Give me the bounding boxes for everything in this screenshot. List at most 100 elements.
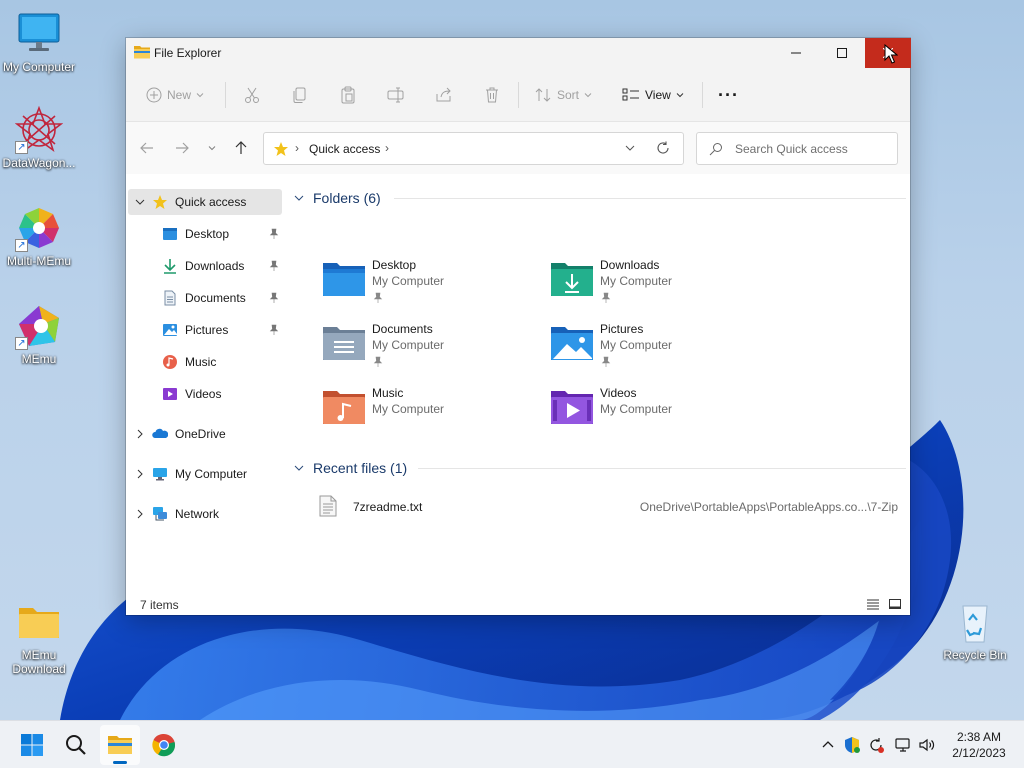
desktop-icon-recycle-bin[interactable]: Recycle Bin: [937, 598, 1013, 662]
desktop-icon-memu[interactable]: ↗ MEmu: [1, 302, 77, 366]
taskbar: 2:38 AM 2/12/2023: [0, 720, 1024, 768]
toolbar-divider: [518, 82, 519, 108]
nav-item-label: Quick access: [175, 195, 247, 209]
shortcut-arrow-icon: ↗: [15, 337, 28, 350]
tray-sync[interactable]: [866, 735, 886, 755]
taskbar-file-explorer[interactable]: [100, 725, 140, 765]
downloads-icon: [162, 258, 178, 274]
folder-tile-music[interactable]: Music My Computer: [322, 386, 542, 446]
folder-tile-videos[interactable]: Videos My Computer: [550, 386, 770, 446]
plus-circle-icon: [146, 87, 162, 103]
nav-item-quick-access[interactable]: Quick access: [128, 189, 282, 215]
forward-button[interactable]: [172, 138, 192, 158]
folder-location: My Computer: [372, 274, 445, 288]
delete-button[interactable]: [483, 80, 501, 110]
title-bar[interactable]: File Explorer: [126, 38, 911, 68]
search-input[interactable]: [735, 141, 885, 157]
nav-item-downloads[interactable]: Downloads: [128, 253, 282, 279]
address-bar[interactable]: › Quick access ›: [263, 132, 684, 165]
show-hidden-icons-button[interactable]: [818, 735, 838, 755]
refresh-icon[interactable]: [656, 141, 670, 155]
tray-network[interactable]: [893, 735, 913, 755]
desktop-icon-label: Multi-MEmu: [6, 254, 71, 268]
copy-button[interactable]: [291, 80, 309, 110]
chevron-down-icon[interactable]: [128, 197, 152, 207]
folder-name: Videos: [600, 386, 637, 400]
new-button[interactable]: New: [146, 80, 204, 110]
recent-files-group-header[interactable]: Recent files (1): [292, 458, 906, 478]
minimize-button[interactable]: [773, 38, 819, 68]
folder-name: Desktop: [372, 258, 417, 272]
arrow-up-icon: [235, 141, 247, 154]
rename-button[interactable]: [387, 80, 405, 110]
arrow-left-icon: [140, 142, 153, 154]
nav-item-onedrive[interactable]: OneDrive: [128, 421, 282, 447]
desktop-icon-multi-memu[interactable]: ↗ Multi-MEmu: [1, 204, 77, 268]
more-options-button[interactable]: ···: [718, 80, 739, 110]
maximize-button[interactable]: [819, 38, 865, 68]
view-button[interactable]: View: [622, 80, 684, 110]
clock-time: 2:38 AM: [956, 730, 1002, 744]
start-button[interactable]: [12, 725, 52, 765]
folder-tile-pictures[interactable]: Pictures My Computer: [550, 322, 770, 382]
tray-volume[interactable]: [917, 735, 937, 755]
file-explorer-icon: [108, 736, 132, 754]
chevron-down-icon: [584, 93, 592, 98]
recent-file-name: 7zreadme.txt: [353, 500, 423, 514]
group-divider: [394, 198, 906, 199]
desktop-icon-my-computer[interactable]: My Computer: [1, 10, 77, 74]
tiles-view-icon[interactable]: [888, 597, 902, 611]
paste-button[interactable]: [339, 80, 357, 110]
chevron-right-icon[interactable]: [128, 469, 152, 479]
cut-button[interactable]: [243, 80, 261, 110]
folders-group-header[interactable]: Folders (6): [292, 188, 906, 208]
chevron-right-icon[interactable]: ›: [385, 141, 389, 155]
tray-security[interactable]: [842, 735, 862, 755]
chevron-right-icon[interactable]: [128, 509, 152, 519]
memu-icon: ↗: [15, 302, 63, 350]
search-box[interactable]: [696, 132, 898, 165]
pin-icon: [601, 356, 611, 367]
rename-icon: [387, 87, 404, 103]
minimize-icon: [791, 52, 801, 54]
chevron-right-icon[interactable]: [128, 429, 152, 439]
desktop-icon-datawagon[interactable]: ↗ DataWagon...: [1, 105, 77, 170]
folder-tile-documents[interactable]: Documents My Computer: [322, 322, 542, 382]
recent-locations-button[interactable]: [202, 138, 222, 158]
nav-item-documents[interactable]: Documents: [128, 285, 282, 311]
desktop-icon-label: My Computer: [2, 60, 76, 74]
chevron-down-icon[interactable]: [292, 193, 306, 203]
share-button[interactable]: [435, 80, 453, 110]
back-button[interactable]: [137, 138, 157, 158]
nav-item-pictures[interactable]: Pictures: [128, 317, 282, 343]
chevron-down-icon[interactable]: [292, 463, 306, 473]
search-icon: [66, 735, 86, 755]
system-clock[interactable]: 2:38 AM 2/12/2023: [944, 729, 1014, 761]
windows-logo-icon: [21, 734, 43, 756]
recent-file-row[interactable]: 7zreadme.txt OneDrive\PortableApps\Porta…: [318, 492, 898, 520]
nav-item-network[interactable]: Network: [128, 501, 282, 527]
nav-item-label: Pictures: [185, 323, 229, 337]
nav-item-videos[interactable]: Videos: [128, 381, 282, 407]
folder-tile-downloads[interactable]: Downloads My Computer: [550, 258, 770, 318]
chevron-down-icon[interactable]: [624, 142, 636, 154]
details-view-icon[interactable]: [866, 597, 880, 611]
nav-item-music[interactable]: Music: [128, 349, 282, 375]
computer-icon: [15, 10, 63, 58]
sort-button[interactable]: Sort: [534, 80, 592, 110]
desktop-icon-label: MEmu: [21, 352, 57, 366]
file-explorer-window: File Explorer New Sort View ··· › Quick …: [126, 38, 911, 615]
recent-header-label: Recent files (1): [313, 460, 408, 476]
folder-tile-desktop[interactable]: Desktop My Computer: [322, 258, 542, 318]
breadcrumb-location[interactable]: Quick access: [309, 142, 380, 156]
mouse-cursor-icon: [884, 44, 898, 64]
taskbar-chrome[interactable]: [144, 725, 184, 765]
network-icon: [152, 506, 168, 522]
pin-icon: [373, 292, 383, 303]
desktop-icon-memu-download[interactable]: MEmu Download: [1, 598, 77, 676]
up-button[interactable]: [231, 138, 251, 158]
nav-item-my-computer[interactable]: My Computer: [128, 461, 282, 487]
nav-item-desktop[interactable]: Desktop: [128, 221, 282, 247]
star-icon: [152, 194, 168, 210]
search-button[interactable]: [56, 725, 96, 765]
